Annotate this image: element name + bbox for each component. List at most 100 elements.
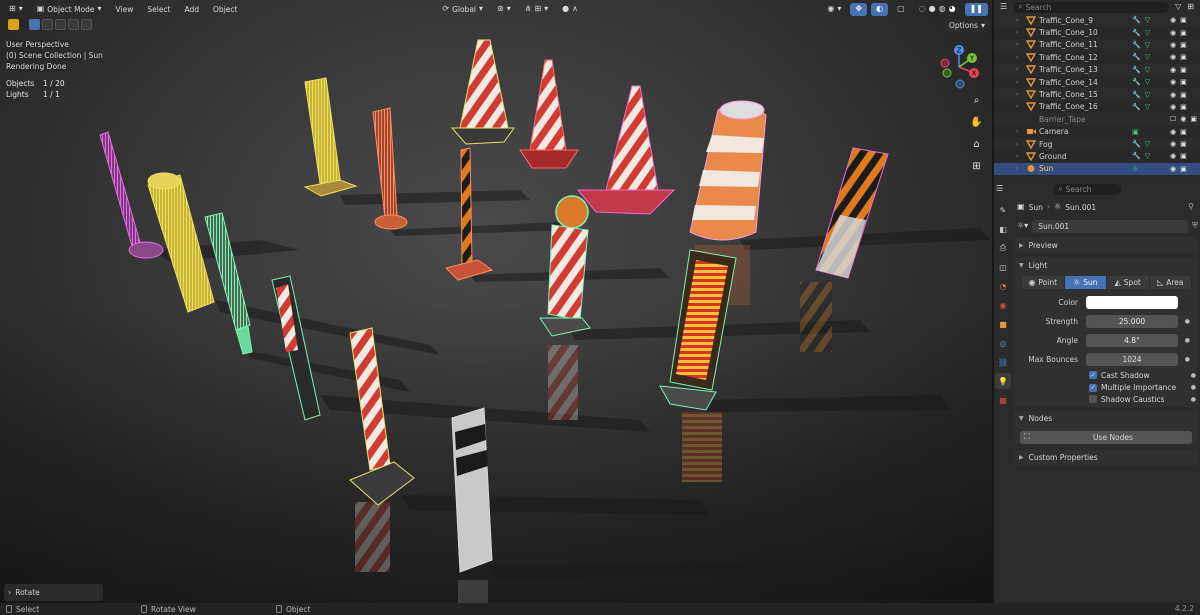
camera-render-icon[interactable]: ▣: [1180, 165, 1187, 173]
keyframe-dot-icon[interactable]: ●: [1191, 396, 1196, 403]
camera-data-icon[interactable]: ▣: [1132, 128, 1139, 136]
modifier-wrench-icon[interactable]: 🔧: [1132, 103, 1141, 111]
camera-render-icon[interactable]: ▣: [1180, 41, 1187, 49]
expand-arrow-icon[interactable]: ›: [1016, 79, 1024, 86]
light-type-spot[interactable]: ◭ Spot: [1107, 276, 1150, 289]
outliner-row[interactable]: › Traffic_Cone_16 🔧 ▽ ◉ ▣: [994, 101, 1200, 113]
expand-arrow-icon[interactable]: ›: [1016, 29, 1024, 36]
eye-icon[interactable]: ◉: [1170, 140, 1176, 148]
mode-dropdown[interactable]: ▣ Object Mode ▾: [31, 2, 107, 16]
options-dropdown[interactable]: Options ▾: [944, 19, 990, 32]
keyframe-dot-icon[interactable]: ●: [1191, 372, 1196, 379]
camera-render-icon[interactable]: ▣: [1180, 16, 1187, 24]
camera-render-icon[interactable]: ▣: [1180, 29, 1187, 37]
eye-icon[interactable]: ◉: [1170, 53, 1176, 61]
camera-render-icon[interactable]: ▣: [1180, 103, 1187, 111]
camera-render-icon[interactable]: ▣: [1180, 53, 1187, 61]
camera-render-icon[interactable]: ▣: [1180, 91, 1187, 99]
neg-x-handle[interactable]: [940, 58, 950, 68]
eye-icon[interactable]: ◉: [1170, 91, 1176, 99]
outliner-row[interactable]: › Traffic_Cone_9 🔧 ▽ ◉ ▣: [994, 14, 1200, 27]
eye-icon[interactable]: ◉: [1170, 152, 1176, 160]
light-browse-icon[interactable]: ☼▾: [1017, 222, 1028, 230]
keyframe-dot-icon[interactable]: ●: [1178, 318, 1190, 325]
eye-icon[interactable]: ◉: [1170, 66, 1176, 74]
expand-arrow-icon[interactable]: ›: [1016, 103, 1024, 110]
expand-arrow-icon[interactable]: ›: [1016, 91, 1024, 98]
editor-type-button[interactable]: ⊞ ▾: [4, 3, 28, 16]
expand-arrow-icon[interactable]: ›: [1016, 141, 1024, 148]
keyframe-dot-icon[interactable]: ●: [1178, 337, 1190, 344]
multiple-importance-row[interactable]: ✓ Multiple Importance ●: [1014, 382, 1198, 395]
outliner-row[interactable]: › Traffic_Cone_10 🔧 ▽ ◉ ▣: [994, 26, 1200, 38]
tool-tab-icon[interactable]: ✎: [995, 202, 1011, 218]
gizmo-toggle[interactable]: ✥: [850, 2, 868, 16]
eye-icon[interactable]: ◉: [1170, 78, 1176, 86]
zoom-icon[interactable]: ⌕: [968, 92, 985, 109]
outliner-row[interactable]: › Traffic_Cone_14 🔧 ▽ ◉ ▣: [994, 76, 1200, 88]
snap-toggle[interactable]: ⋔ ⊞ ▾: [520, 3, 553, 16]
eye-icon[interactable]: ◉: [1170, 29, 1176, 37]
filter-icon[interactable]: ▽: [1175, 3, 1181, 11]
camera-render-icon[interactable]: ▣: [1180, 128, 1187, 136]
red-cone[interactable]: [519, 59, 579, 169]
modifier-wrench-icon[interactable]: 🔧: [1132, 78, 1141, 86]
material-icon[interactable]: ▽: [1145, 66, 1150, 74]
rendered-shading-icon[interactable]: ◕: [949, 5, 956, 13]
eye-icon[interactable]: ◉: [1180, 115, 1186, 123]
color-swatch[interactable]: [1086, 296, 1178, 309]
3d-viewport[interactable]: ⊞ ▾ ▣ Object Mode ▾ View Select Add Object …: [0, 0, 992, 603]
material-icon[interactable]: ▽: [1145, 91, 1150, 99]
cast-shadow-row[interactable]: ✓ Cast Shadow ●: [1014, 369, 1198, 382]
pin-icon[interactable]: ⚲: [1188, 203, 1194, 211]
eye-icon[interactable]: ◉: [1170, 165, 1176, 173]
max-bounces-field[interactable]: 1024: [1086, 353, 1178, 366]
tweak-tool-icon[interactable]: [8, 19, 19, 30]
shadow-caustics-row[interactable]: Shadow Caustics ●: [1014, 394, 1198, 407]
keyframe-dot-icon[interactable]: ●: [1191, 384, 1196, 391]
expand-arrow-icon[interactable]: ›: [1016, 66, 1024, 73]
select-invert-icon[interactable]: [68, 19, 79, 30]
expand-arrow-icon[interactable]: ›: [1016, 41, 1024, 48]
yellow-post[interactable]: [303, 77, 358, 197]
material-icon[interactable]: ▽: [1145, 152, 1150, 160]
camera-render-icon[interactable]: ▣: [1190, 115, 1197, 123]
modifier-wrench-icon[interactable]: 🔧: [1132, 53, 1141, 61]
physics-tab-icon[interactable]: ◎: [995, 335, 1011, 351]
menu-select[interactable]: Select: [142, 3, 175, 16]
material-icon[interactable]: ▽: [1145, 41, 1150, 49]
yellow-cylinder[interactable]: [147, 172, 215, 313]
multiple-importance-checkbox[interactable]: ✓: [1089, 383, 1097, 392]
overlay-toggle[interactable]: ◐: [871, 2, 889, 16]
orientation-dropdown[interactable]: ⟳ Global ▾: [437, 3, 488, 16]
orange-barrel[interactable]: [689, 100, 767, 241]
proportional-edit-toggle[interactable]: ● ∧: [557, 3, 583, 16]
material-icon[interactable]: ▽: [1145, 29, 1150, 37]
material-icon[interactable]: ▽: [1145, 16, 1150, 24]
render-tab-icon[interactable]: ◧: [995, 221, 1011, 237]
select-new-icon[interactable]: [29, 19, 40, 30]
neg-z-handle[interactable]: [955, 79, 965, 89]
light-type-sun[interactable]: ☼ Sun: [1064, 276, 1107, 289]
eye-icon[interactable]: ◉: [1170, 128, 1176, 136]
material-icon[interactable]: ▽: [1145, 103, 1150, 111]
traffic-cone-back[interactable]: [450, 39, 515, 145]
select-subtract-icon[interactable]: [55, 19, 66, 30]
outliner-row[interactable]: › Traffic_Cone_15 🔧 ▽ ◉ ▣: [994, 88, 1200, 101]
eye-icon[interactable]: ◉: [1170, 103, 1176, 111]
pivot-point-button[interactable]: ⊛ ▾: [492, 3, 516, 16]
selectable-checkbox-icon[interactable]: ☐: [1170, 115, 1176, 123]
eye-icon[interactable]: ◉: [1170, 41, 1176, 49]
menu-view[interactable]: View: [111, 3, 139, 16]
expand-arrow-icon[interactable]: ›: [1016, 54, 1024, 61]
light-data-tab-icon[interactable]: 💡: [995, 373, 1011, 389]
expand-arrow-icon[interactable]: ›: [1016, 128, 1024, 135]
strength-field[interactable]: 25.000: [1086, 315, 1178, 328]
camera-render-icon[interactable]: ▣: [1180, 66, 1187, 74]
outliner-row[interactable]: › Fog 🔧 ▽ ◉ ▣: [994, 137, 1200, 151]
modifier-wrench-icon[interactable]: 🔧: [1132, 91, 1141, 99]
outliner-row[interactable]: Barrier_Tape ☐ ◉ ▣: [994, 113, 1200, 126]
material-icon[interactable]: ▽: [1145, 140, 1150, 148]
outliner-row[interactable]: › Traffic_Cone_11 🔧 ▽ ◉ ▣: [994, 38, 1200, 52]
pan-hand-icon[interactable]: ✋: [968, 114, 985, 131]
